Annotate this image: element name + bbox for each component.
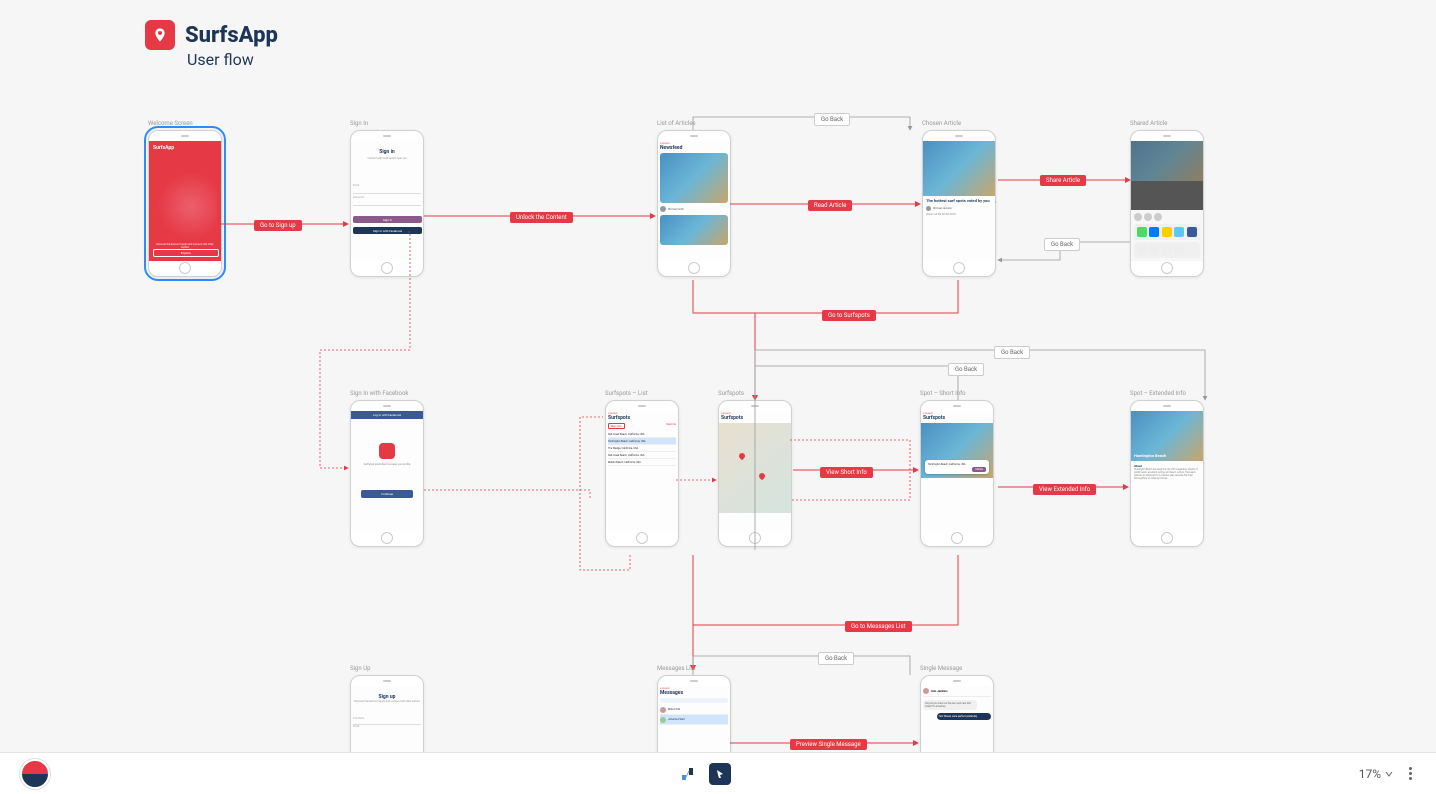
screen-label: Surfspots	[718, 390, 744, 397]
flow-label: Go to Messages List	[845, 621, 912, 632]
signin-fb-button[interactable]: Sign in with Facebook	[353, 227, 422, 234]
twitter-icon[interactable]	[1174, 227, 1184, 237]
screen-newsfeed[interactable]: SURFSAPP Newsfeed Michael Smith	[657, 130, 731, 277]
article-author: Michael Jackson	[933, 207, 952, 210]
list-item[interactable]: Salt Creek Beach, California, USA	[608, 452, 676, 459]
screen-spot-extended[interactable]: Huntington Beach About Huntington Beach …	[1130, 400, 1204, 547]
flow-label: Read Article	[808, 200, 852, 211]
map-view[interactable]	[719, 423, 791, 513]
flow-label: Unlock the Content	[510, 212, 573, 223]
screen-label: Single Message	[920, 665, 962, 672]
article-title: The hottest surf spots voted by you	[926, 199, 992, 204]
flow-label: Go Back	[818, 652, 854, 665]
notes-icon[interactable]	[1162, 227, 1172, 237]
welcome-copy: Discover the best surf spots and connect…	[153, 243, 217, 249]
signin-copy: Connect with local surfers near you	[353, 157, 421, 160]
article-body: Check out the full list 2018	[926, 213, 992, 216]
screen-label: Sign In with Facebook	[350, 390, 408, 397]
action-icon[interactable]	[1137, 245, 1147, 255]
screen-surfspots-map[interactable]: SURFSAPP Surfspots	[718, 400, 792, 547]
design-canvas[interactable]: SurfsApp User flow Welcome Screen	[0, 0, 1436, 752]
screen-label: Sign Up	[350, 665, 370, 672]
flow-label: View Short Info	[820, 467, 873, 478]
bottom-toolbar: 17%	[0, 752, 1436, 794]
screen-label: Chosen Article	[922, 120, 961, 127]
flow-label: Go Back	[948, 363, 984, 376]
screen-label: List of Articles	[657, 120, 696, 127]
more-options-button[interactable]	[1405, 763, 1416, 784]
flow-label: Share Article	[1040, 175, 1086, 186]
app-icon	[379, 443, 395, 459]
avatar[interactable]	[20, 759, 50, 789]
screen-fbsignin[interactable]: Log in with Facebook SurfsApp would like…	[350, 400, 424, 547]
screen-signup[interactable]: Sign up Discover the best surf spots and…	[350, 675, 424, 752]
flow-label: View Extended Info	[1033, 484, 1096, 495]
fb-continue-button[interactable]: Continue	[361, 490, 413, 498]
screen-messages[interactable]: SURFSAPP Messages Mila al Tuti Johanna P…	[657, 675, 731, 752]
map-pin-icon[interactable]	[738, 452, 746, 460]
mail-icon[interactable]	[1149, 227, 1159, 237]
flow-connectors	[0, 0, 1436, 752]
flow-label: Go to Sign up	[254, 220, 302, 231]
screen-article[interactable]: The hottest surf spots voted by you Mich…	[922, 130, 996, 277]
page-subtitle: User flow	[187, 50, 254, 69]
list-item[interactable]: Malibu Beach, California, USA	[608, 459, 676, 466]
signin-button[interactable]: Sign In	[353, 216, 422, 223]
flow-label: Go to Surfspots	[822, 310, 876, 321]
details-button[interactable]: Details	[972, 467, 986, 472]
flow-label: Go Back	[814, 113, 850, 126]
screen-label: Spot – Short Info	[920, 390, 966, 397]
screen-label: Messages List	[657, 665, 696, 672]
messages-icon[interactable]	[1137, 227, 1147, 237]
screen-surfspots-list[interactable]: SURFSAPP Surfspots Map viewNear me Salt …	[605, 400, 679, 547]
screen-spot-short[interactable]: SURFSAPP Surfspots Huntington Beach, Cal…	[920, 400, 994, 547]
flow-tool-button[interactable]	[677, 763, 699, 785]
spot-title: Huntington Beach	[1134, 453, 1166, 458]
map-pin-icon[interactable]	[758, 472, 766, 480]
screen-share[interactable]	[1130, 130, 1204, 277]
signin-title: Sign in	[353, 149, 421, 155]
explore-button[interactable]: Explore	[153, 249, 219, 257]
password-label: Password	[353, 196, 421, 199]
action-icon[interactable]	[1174, 245, 1184, 255]
flow-label: Go Back	[994, 346, 1030, 359]
brand-header: SurfsApp	[145, 20, 278, 50]
brand-logo-icon	[145, 20, 175, 50]
zoom-value: 17%	[1359, 767, 1381, 781]
screen-label: Spot – Extended Info	[1130, 390, 1186, 397]
screen-label: Welcome Screen	[148, 120, 193, 127]
flow-label: Preview Single Message	[790, 739, 867, 750]
screen-label: Surfspots – List	[605, 390, 648, 397]
screen-chat[interactable]: Ann Jenkins Hey did you check out the ne…	[920, 675, 994, 752]
newsfeed-title: Newsfeed	[660, 145, 728, 151]
screen-label: Shared Article	[1130, 120, 1167, 127]
screen-label: Sign In	[350, 120, 368, 127]
screen-welcome[interactable]: SurfsApp Discover the best surf spots an…	[148, 130, 222, 277]
action-icon[interactable]	[1162, 245, 1172, 255]
brand-name: SurfsApp	[185, 23, 278, 48]
facebook-icon[interactable]	[1187, 227, 1197, 237]
list-item[interactable]: The Wedge, California, USA	[608, 445, 676, 452]
flow-label: Go Back	[1044, 238, 1080, 251]
action-icon[interactable]	[1149, 245, 1159, 255]
pointer-tool-button[interactable]	[709, 763, 731, 785]
email-label: Email	[353, 184, 421, 187]
surfspots-title: Surfspots	[608, 415, 676, 421]
zoom-control[interactable]: 17%	[1359, 767, 1393, 781]
list-item[interactable]: Salt Creek Beach, California, USA	[608, 431, 676, 438]
share-sheet	[1134, 224, 1200, 240]
fb-header: Log in with Facebook	[351, 411, 423, 419]
chevron-down-icon	[1385, 770, 1393, 778]
list-item[interactable]: Huntington Beach, California, USA	[608, 438, 676, 445]
screen-signin[interactable]: Sign in Connect with local surfers near …	[350, 130, 424, 277]
